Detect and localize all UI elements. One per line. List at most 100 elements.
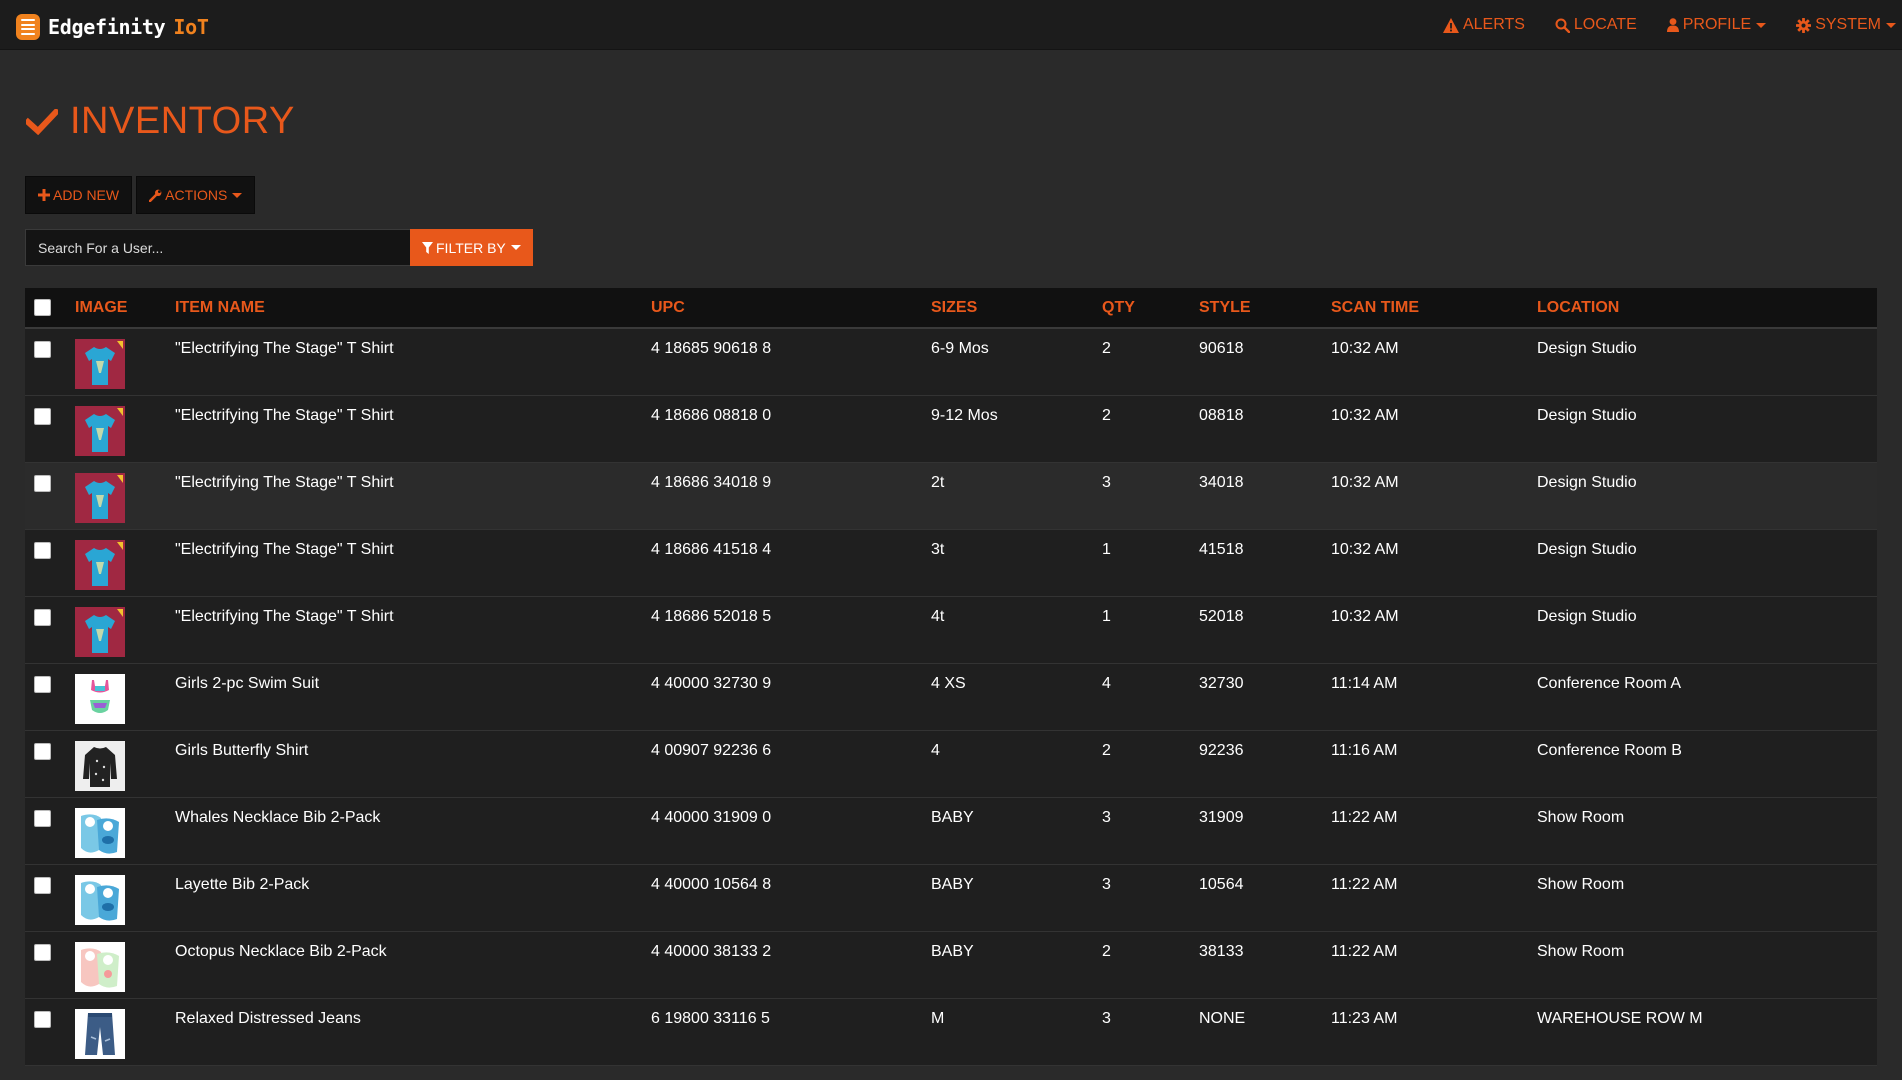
- item-thumbnail[interactable]: [75, 874, 125, 925]
- qty-cell: 1: [1102, 607, 1111, 625]
- table-row[interactable]: Girls 2-pc Swim Suit 4 40000 32730 9 4 XS 4…: [25, 663, 1877, 730]
- nav-locate[interactable]: LOCATE: [1555, 16, 1637, 34]
- upc-cell: 4 00907 92236 6: [651, 741, 772, 759]
- item-thumbnail[interactable]: [75, 941, 125, 992]
- item-name-cell: Octopus Necklace Bib 2-Pack: [175, 942, 387, 960]
- scan-time-cell: 10:32 AM: [1331, 540, 1399, 558]
- item-name-cell: Relaxed Distressed Jeans: [175, 1009, 361, 1027]
- row-checkbox[interactable]: [34, 742, 51, 760]
- item-thumbnail[interactable]: [75, 740, 125, 791]
- check-icon: [26, 108, 58, 135]
- chevron-down-icon: [232, 192, 243, 198]
- nav-profile-label: PROFILE: [1682, 16, 1752, 33]
- actions-dropdown-button[interactable]: ACTIONS: [136, 176, 256, 214]
- nav-alerts-label: ALERTS: [1462, 16, 1525, 33]
- table-row[interactable]: "Electrifying The Stage" T Shirt 4 18686 …: [25, 529, 1877, 596]
- size-cell: BABY: [931, 808, 974, 826]
- item-thumbnail[interactable]: [75, 339, 125, 389]
- table-row[interactable]: Octopus Necklace Bib 2-Pack 4 40000 38133…: [25, 931, 1877, 998]
- brand-name: Edgefinity: [48, 15, 166, 39]
- chevron-down-icon: [510, 245, 521, 250]
- actions-label: ACTIONS: [165, 187, 228, 203]
- item-thumbnail[interactable]: [75, 1008, 125, 1059]
- qty-cell: 2: [1102, 741, 1111, 759]
- item-thumbnail[interactable]: [75, 606, 125, 657]
- row-checkbox[interactable]: [34, 675, 51, 693]
- item-name-cell: "Electrifying The Stage" T Shirt: [175, 540, 394, 558]
- column-header-image[interactable]: IMAGE: [75, 288, 175, 329]
- item-thumbnail[interactable]: [75, 472, 125, 523]
- table-row[interactable]: Relaxed Distressed Jeans 6 19800 33116 5 M…: [25, 998, 1877, 1065]
- upc-cell: 4 40000 32730 9: [651, 674, 772, 692]
- qty-cell: 1: [1102, 540, 1111, 558]
- row-checkbox[interactable]: [34, 341, 51, 358]
- style-cell: NONE: [1199, 1009, 1246, 1027]
- gear-icon: [1796, 17, 1812, 33]
- style-cell: 32730: [1199, 674, 1244, 692]
- column-header-scan-time[interactable]: SCAN TIME: [1331, 288, 1537, 329]
- column-header-sizes[interactable]: SIZES: [931, 288, 1102, 329]
- page-heading: INVENTORY: [70, 100, 295, 142]
- location-cell: Design Studio: [1537, 406, 1637, 424]
- column-header-item-name[interactable]: ITEM NAME: [175, 288, 651, 329]
- row-checkbox[interactable]: [34, 608, 51, 626]
- main-nav: ALERTS LOCATE PROFILE SYSTEM: [1442, 0, 1902, 50]
- row-checkbox[interactable]: [34, 407, 51, 425]
- size-cell: 3t: [931, 540, 945, 558]
- filter-by-button[interactable]: FILTER BY: [410, 229, 533, 266]
- brand-suffix: IoT: [173, 15, 209, 39]
- scan-time-cell: 10:32 AM: [1331, 340, 1399, 357]
- item-thumbnail[interactable]: [75, 807, 125, 858]
- row-checkbox[interactable]: [34, 876, 51, 894]
- nav-system-dropdown[interactable]: SYSTEM: [1796, 16, 1896, 34]
- scan-time-cell: 11:16 AM: [1331, 741, 1398, 759]
- scan-time-cell: 10:32 AM: [1331, 473, 1399, 491]
- column-header-style[interactable]: STYLE: [1199, 288, 1331, 329]
- style-cell: 90618: [1199, 340, 1244, 357]
- top-navbar: Edgefinity IoT ALERTS LOCATE PROFILE SYS…: [0, 0, 1902, 50]
- item-thumbnail[interactable]: [75, 539, 125, 590]
- nav-locate-label: LOCATE: [1573, 16, 1637, 33]
- item-thumbnail[interactable]: [75, 673, 125, 724]
- search-icon: [1555, 18, 1570, 33]
- qty-cell: 2: [1102, 406, 1111, 424]
- warning-icon: [1442, 17, 1459, 33]
- item-thumbnail[interactable]: [75, 405, 125, 456]
- upc-cell: 4 40000 38133 2: [651, 942, 772, 960]
- table-row[interactable]: Girls Butterfly Shirt 4 00907 92236 6 4 2 92…: [25, 730, 1877, 797]
- size-cell: M: [931, 1009, 945, 1027]
- row-checkbox[interactable]: [34, 1010, 51, 1028]
- row-checkbox[interactable]: [34, 943, 51, 961]
- item-name-cell: Girls 2-pc Swim Suit: [175, 674, 320, 692]
- column-header-upc[interactable]: UPC: [651, 288, 931, 329]
- toolbar: ADD NEW ACTIONS: [25, 176, 259, 214]
- nav-profile-dropdown[interactable]: PROFILE: [1666, 16, 1767, 34]
- add-new-button[interactable]: ADD NEW: [25, 176, 133, 214]
- row-checkbox[interactable]: [34, 809, 51, 827]
- search-input[interactable]: [25, 229, 410, 266]
- column-header-qty[interactable]: QTY: [1102, 288, 1199, 329]
- table-row[interactable]: "Electrifying The Stage" T Shirt 4 18686 …: [25, 462, 1877, 529]
- row-checkbox[interactable]: [34, 541, 51, 559]
- location-cell: Conference Room A: [1537, 674, 1682, 692]
- item-name-cell: "Electrifying The Stage" T Shirt: [175, 406, 394, 424]
- column-header-location[interactable]: LOCATION: [1537, 288, 1877, 329]
- table-row[interactable]: "Electrifying The Stage" T Shirt 4 18685 …: [25, 328, 1877, 395]
- brand[interactable]: Edgefinity IoT: [16, 14, 209, 40]
- nav-alerts[interactable]: ALERTS: [1442, 16, 1525, 34]
- scan-time-cell: 11:22 AM: [1331, 875, 1398, 893]
- table-row[interactable]: Layette Bib 2-Pack 4 40000 10564 8 BABY 3 10…: [25, 864, 1877, 931]
- table-row[interactable]: Whales Necklace Bib 2-Pack 4 40000 31909 …: [25, 797, 1877, 864]
- scan-time-cell: 10:32 AM: [1331, 406, 1399, 424]
- select-all-checkbox[interactable]: [34, 299, 51, 316]
- qty-cell: 3: [1102, 473, 1111, 491]
- row-checkbox[interactable]: [34, 474, 51, 492]
- upc-cell: 4 18686 34018 9: [651, 473, 772, 491]
- table-row[interactable]: "Electrifying The Stage" T Shirt 4 18686 …: [25, 596, 1877, 663]
- item-name-cell: Whales Necklace Bib 2-Pack: [175, 808, 381, 826]
- location-cell: Design Studio: [1537, 607, 1637, 625]
- size-cell: 4: [931, 741, 940, 759]
- table-row[interactable]: "Electrifying The Stage" T Shirt 4 18686 …: [25, 395, 1877, 462]
- style-cell: 38133: [1199, 942, 1244, 960]
- location-cell: Show Room: [1537, 808, 1625, 826]
